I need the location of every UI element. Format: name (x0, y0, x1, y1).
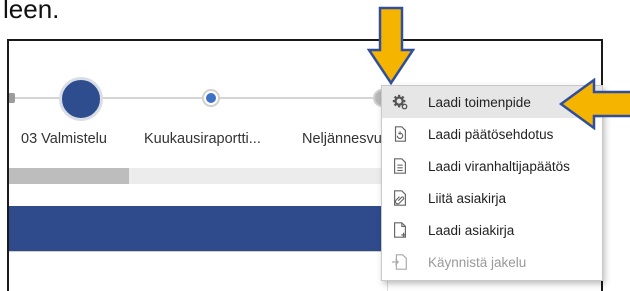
document-refresh-icon (390, 124, 410, 144)
left-arrow-annotation (558, 78, 630, 130)
distribute-icon (390, 252, 410, 272)
new-document-icon (390, 220, 410, 240)
timeline-step-label[interactable]: Kuukausiraportti... (144, 131, 261, 147)
down-arrow-annotation (367, 6, 415, 86)
menu-item-laadi-asiakirja[interactable]: Laadi asiakirja (382, 214, 602, 246)
menu-item-label: Laadi viranhaltijapäätös (428, 158, 570, 174)
attach-document-icon (390, 188, 410, 208)
menu-item-kaynnista-jakelu: Käynnistä jakelu (382, 246, 602, 278)
menu-item-label: Käynnistä jakelu (428, 254, 527, 270)
leading-text: leen. (3, 0, 60, 24)
timeline-step-label[interactable]: 03 Valmistelu (21, 131, 107, 147)
document-lines-icon (390, 156, 410, 176)
timeline-step-monthly[interactable] (202, 89, 220, 107)
timeline-step-previous[interactable] (9, 93, 15, 103)
gear-icon (390, 92, 410, 112)
menu-item-laadi-viranhaltijapaatos[interactable]: Laadi viranhaltijapäätös (382, 150, 602, 182)
scrollbar-thumb[interactable] (9, 168, 129, 184)
timeline-step-current[interactable] (59, 77, 103, 121)
menu-item-liita-asiakirja[interactable]: Liitä asiakirja (382, 182, 602, 214)
menu-item-label: Liitä asiakirja (428, 190, 507, 206)
menu-item-label: Laadi asiakirja (428, 222, 515, 238)
menu-item-label: Laadi päätösehdotus (428, 126, 554, 142)
menu-item-label: Laadi toimenpide (428, 94, 531, 110)
timeline-step-label[interactable]: Neljännesvu (302, 131, 382, 147)
